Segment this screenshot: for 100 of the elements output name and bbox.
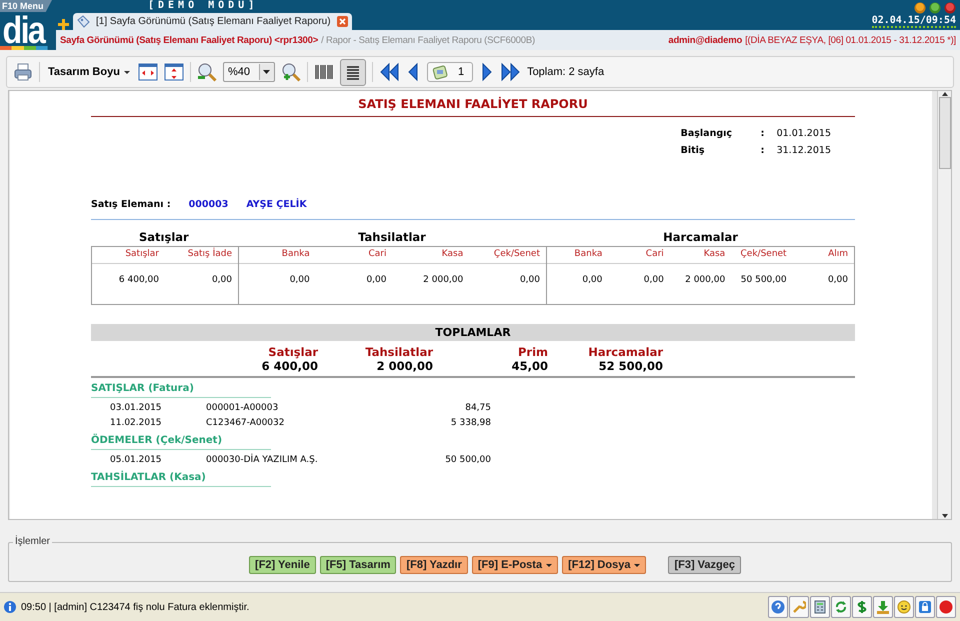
stop-button[interactable] — [936, 596, 956, 618]
action-button[interactable]: [F2] Yenile — [249, 556, 316, 574]
smiley-icon — [897, 600, 911, 614]
add-icon[interactable] — [58, 19, 69, 30]
parameter-label: Başlangıç — [680, 128, 734, 139]
parameter-label: Bitiş — [680, 145, 706, 156]
section-title: TAHSİLATLAR (Kasa) — [91, 467, 271, 487]
close-button[interactable] — [944, 2, 956, 14]
total-value: 45,00 — [510, 359, 548, 373]
last-page-icon[interactable] — [501, 62, 522, 82]
parameter-value: 01.01.2015 — [776, 128, 831, 139]
amount-cell-text: 50 500,00 — [444, 455, 491, 465]
zoom-select[interactable]: %40 — [222, 62, 275, 82]
action-button[interactable]: [F3] Vazgeç — [668, 556, 741, 574]
table-cell-text: 0,00 — [288, 274, 311, 287]
amount-cell-text: 84,75 — [464, 403, 491, 413]
download-button[interactable] — [873, 596, 893, 618]
column-header: Banka — [547, 247, 608, 264]
date-cell-text: 03.01.2015 — [110, 403, 163, 413]
zoom-out-icon[interactable] — [196, 62, 217, 82]
table-cell-text: 0,00 — [365, 274, 388, 287]
barcode-icon[interactable] — [314, 62, 334, 82]
colon: : — [760, 145, 766, 156]
table-cell-text: 50 500,00 — [740, 274, 788, 287]
column-header: Kasa — [670, 247, 732, 264]
scroll-thumb[interactable] — [939, 97, 951, 169]
total-label: Satışlar — [267, 345, 318, 359]
tag-icon — [77, 15, 90, 28]
app-logo: dia — [0, 12, 48, 50]
lock-button[interactable] — [915, 596, 935, 618]
column-header: Banka — [239, 247, 316, 264]
table-cell-text: 2 000,00 — [684, 274, 726, 287]
page-field[interactable]: 1 — [426, 62, 474, 82]
total-value: 2 000,00 — [376, 359, 433, 373]
column-header: Kasa — [392, 247, 470, 264]
group-title: Tahsilatlar — [357, 230, 427, 246]
smiley-button[interactable] — [894, 596, 914, 618]
print-icon[interactable] — [13, 62, 33, 82]
close-icon[interactable] — [336, 16, 348, 27]
table-cell-text: 2 000,00 — [422, 274, 464, 287]
column-header: Cari — [316, 247, 392, 264]
page-icon — [432, 64, 448, 80]
fit-width-icon[interactable] — [138, 63, 158, 81]
salesperson-label: Satış Elemanı : — [91, 199, 171, 210]
total-value: 52 500,00 — [598, 359, 663, 373]
column-header: Çek/Senet — [469, 247, 546, 264]
total-label: Harcamalar — [587, 345, 663, 359]
document-cell-text: 000030-DİA YAZILIM A.Ş. — [206, 455, 319, 465]
menu-button[interactable]: F10 Menu — [0, 0, 52, 12]
group-title: Satışlar — [138, 230, 190, 246]
table-cell-text: 0,00 — [581, 274, 604, 287]
dollar-button[interactable] — [852, 596, 872, 618]
scrollbar[interactable] — [937, 91, 951, 519]
column-header: Satışlar — [92, 247, 165, 264]
calculator-button[interactable] — [810, 596, 830, 618]
date-time: 02.04.15/09:54 — [872, 15, 956, 28]
salesperson-code: 000003 — [188, 199, 228, 210]
table-cell-text: 0,00 — [642, 274, 665, 287]
info-icon — [4, 601, 16, 613]
section-title: ÖDEMELER (Çek/Senet) — [91, 430, 271, 450]
action-button[interactable]: [F5] Tasarım — [320, 556, 396, 574]
maximize-button[interactable] — [929, 2, 941, 14]
parameter-value: 31.12.2015 — [776, 145, 831, 156]
group-title: Harcamalar — [662, 230, 739, 246]
list-view-button[interactable] — [340, 58, 366, 86]
refresh-button[interactable] — [831, 596, 851, 618]
table-cell-text: 6 400,00 — [118, 274, 160, 287]
scroll-down-icon[interactable] — [941, 513, 949, 519]
document-cell-text: 000001-A00003 — [206, 403, 280, 413]
table-cell-text: 0,00 — [826, 274, 849, 287]
salesperson-name: AYŞE ÇELİK — [246, 199, 307, 210]
report-title: SATIŞ ELEMANI FAALİYET RAPORU — [91, 95, 855, 117]
design-size-menu[interactable]: Tasarım Boyu — [46, 64, 132, 80]
first-page-icon[interactable] — [378, 62, 399, 82]
help-button[interactable] — [768, 596, 788, 618]
table-cell-text: 0,00 — [518, 274, 541, 287]
fit-height-icon[interactable] — [164, 63, 184, 81]
action-button[interactable]: [F8] Yazdır — [400, 556, 468, 574]
wrench-icon — [792, 600, 806, 614]
column-header: Alım — [792, 247, 854, 264]
totals-header: TOPLAMLAR — [91, 324, 855, 341]
zoom-in-icon[interactable] — [280, 62, 301, 82]
column-header: Cari — [608, 247, 670, 264]
section-title: SATIŞLAR (Fatura) — [91, 378, 271, 398]
page-title: Sayfa Görünümü (Satış Elemanı Faaliyet Raporu) <rpr1300> — [60, 34, 318, 46]
page-number: 1 — [458, 66, 464, 78]
tab[interactable]: [1] Sayfa Görünümü (Satış Elemanı Faaliyet Raporu) — [73, 13, 352, 30]
amount-cell-text: 5 338,98 — [450, 418, 491, 428]
lock-icon — [918, 600, 932, 614]
caret-icon — [124, 70, 130, 76]
caret-icon — [263, 70, 270, 74]
action-button[interactable]: [F9] E-Posta — [472, 556, 558, 574]
total-label: Tahsilatlar — [364, 345, 433, 359]
help-icon — [771, 600, 785, 614]
minimize-button[interactable] — [914, 2, 926, 14]
dollar-icon — [855, 600, 869, 614]
date-cell-text: 05.01.2015 — [110, 455, 163, 465]
action-button[interactable]: [F12] Dosya — [562, 556, 646, 574]
wrench-button[interactable] — [789, 596, 809, 618]
page-total: Toplam: 2 sayfa — [527, 66, 604, 78]
